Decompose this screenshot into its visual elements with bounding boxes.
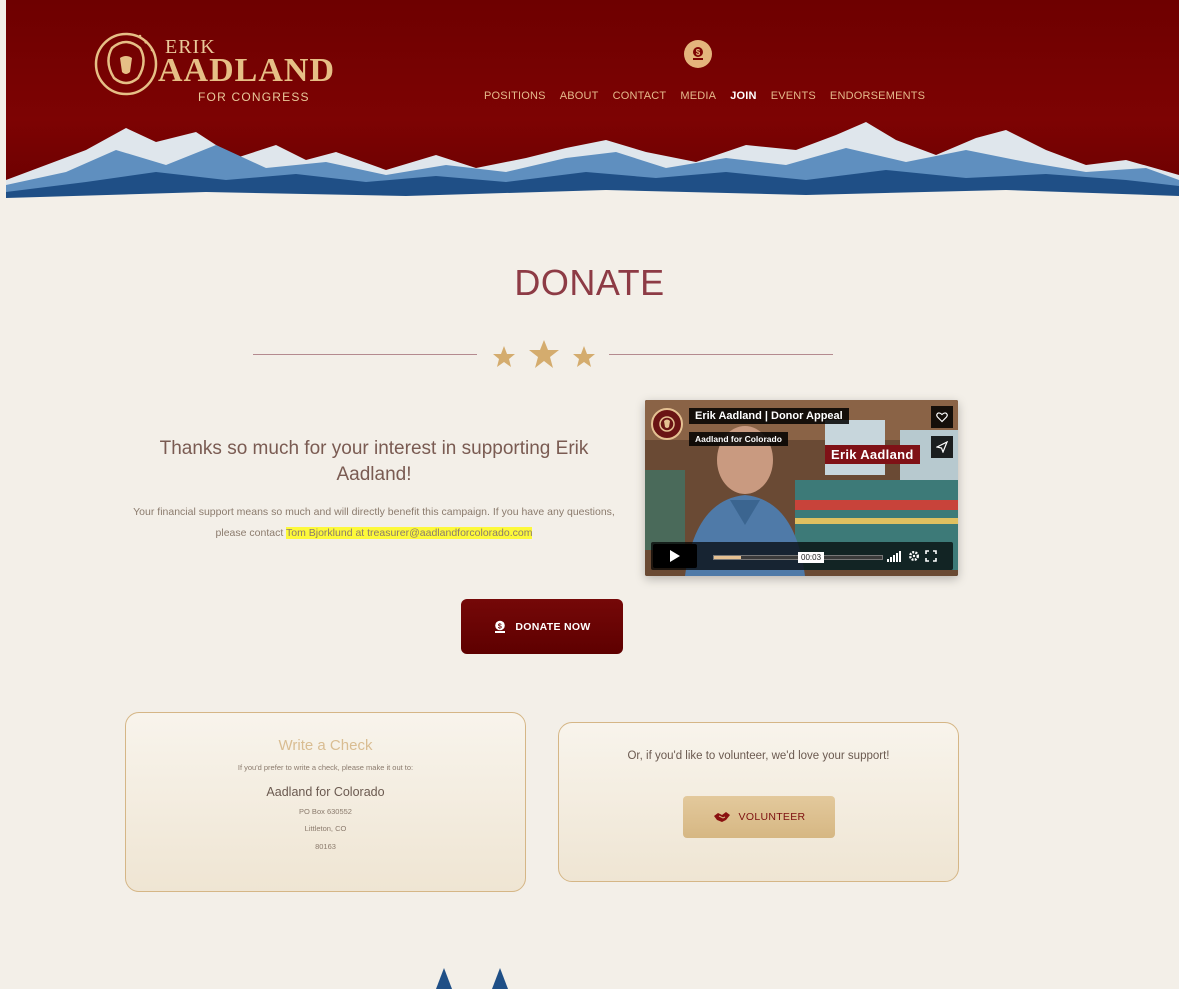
settings-gear-icon[interactable] xyxy=(908,550,920,562)
main-nav: POSITIONS ABOUT CONTACT MEDIA JOIN EVENT… xyxy=(484,90,939,102)
handshake-icon xyxy=(713,812,730,822)
video-progress-bar[interactable]: 00:03 xyxy=(713,552,883,563)
play-icon[interactable] xyxy=(653,544,697,568)
nav-item-endorsements[interactable]: ENDORSEMENTS xyxy=(830,90,925,102)
divider-line-right xyxy=(609,354,833,355)
check-card-title: Write a Check xyxy=(278,737,373,754)
check-address-line3: 80163 xyxy=(315,842,336,851)
treasurer-contact-link[interactable]: Tom Bjorklund at treasurer@aadlandforcol… xyxy=(286,527,533,539)
svg-text:$: $ xyxy=(696,48,701,57)
donate-coin-icon: $ xyxy=(495,620,506,633)
video-controls: 00:03 xyxy=(651,542,953,570)
check-payee: Aadland for Colorado xyxy=(266,785,385,799)
nav-item-events[interactable]: EVENTS xyxy=(771,90,816,102)
video-progress-fill xyxy=(714,556,741,559)
pine-tree-decoration xyxy=(436,968,508,989)
video-name-overlay: Erik Aadland xyxy=(825,445,920,464)
lion-emblem-icon xyxy=(94,32,158,96)
check-address-line2: Littleton, CO xyxy=(304,824,347,833)
volume-icon[interactable] xyxy=(887,550,903,562)
intro-body: Your financial support means so much and… xyxy=(118,502,630,544)
divider-line-left xyxy=(253,354,477,355)
nav-item-positions[interactable]: POSITIONS xyxy=(484,90,546,102)
check-address-line1: PO Box 630552 xyxy=(299,807,352,816)
donate-now-label: DONATE NOW xyxy=(515,620,591,633)
intro-heading: Thanks so much for your interest in supp… xyxy=(159,438,589,485)
video-control-icons xyxy=(887,548,937,564)
volunteer-card: Or, if you'd like to volunteer, we'd lov… xyxy=(558,722,959,882)
donate-now-button[interactable]: $ DONATE NOW xyxy=(461,599,623,654)
video-channel[interactable]: Aadland for Colorado xyxy=(689,432,788,446)
nav-item-media[interactable]: MEDIA xyxy=(680,90,716,102)
heart-icon[interactable] xyxy=(931,406,953,428)
nav-item-join[interactable]: JOIN xyxy=(730,90,756,102)
svg-text:$: $ xyxy=(498,623,502,630)
site-header: ERIK AADLAND FOR CONGRESS $ POSITIONS AB… xyxy=(6,0,1179,205)
check-card-subtitle: If you'd prefer to write a check, please… xyxy=(237,763,414,772)
time-tooltip: 00:03 xyxy=(798,552,825,563)
volunteer-button[interactable]: VOLUNTEER xyxy=(683,796,835,838)
logo-tagline: FOR CONGRESS xyxy=(198,90,310,104)
write-check-card: Write a Check If you'd prefer to write a… xyxy=(125,712,526,892)
video-title[interactable]: Erik Aadland | Donor Appeal xyxy=(689,408,849,424)
campaign-logo[interactable]: ERIK AADLAND FOR CONGRESS xyxy=(90,28,350,108)
volunteer-text: Or, if you'd like to volunteer, we'd lov… xyxy=(627,750,890,762)
mountain-banner xyxy=(6,122,1179,205)
donor-appeal-video[interactable]: Erik Aadland | Donor Appeal Aadland for … xyxy=(645,400,958,576)
nav-item-about[interactable]: ABOUT xyxy=(560,90,599,102)
donate-coin-icon[interactable]: $ xyxy=(684,40,712,68)
nav-item-contact[interactable]: CONTACT xyxy=(613,90,667,102)
page-title: DONATE xyxy=(514,262,665,303)
fullscreen-icon[interactable] xyxy=(925,550,937,562)
volunteer-label: VOLUNTEER xyxy=(738,811,806,823)
logo-last-name: AADLAND xyxy=(158,52,335,89)
share-icon[interactable] xyxy=(931,436,953,458)
channel-avatar[interactable] xyxy=(651,408,683,440)
three-stars-icon xyxy=(493,340,595,368)
